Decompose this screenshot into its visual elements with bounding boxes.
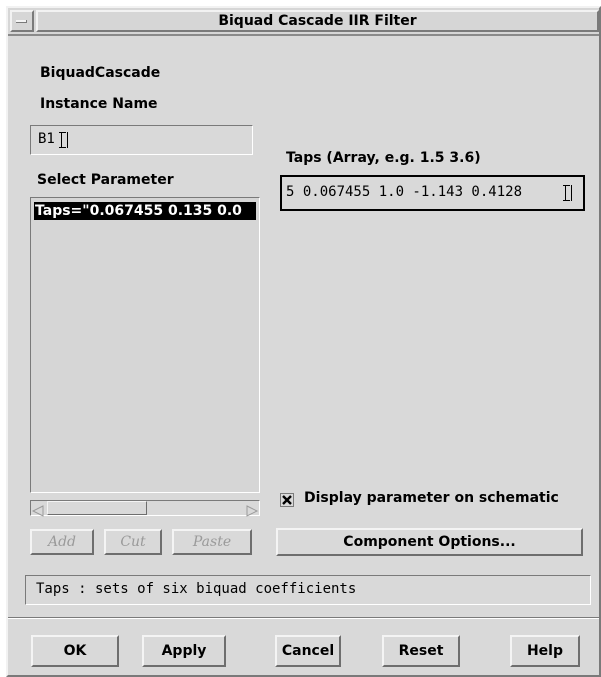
taps-label: Taps (Array, e.g. 1.5 3.6) [286, 150, 481, 166]
scroll-left-arrow-icon[interactable] [31, 502, 45, 517]
instance-name-value: B1 [38, 131, 55, 147]
dialog-window: Biquad Cascade IIR Filter BiquadCascade … [6, 6, 601, 677]
window-title: Biquad Cascade IIR Filter [36, 10, 599, 32]
component-name: BiquadCascade [40, 65, 161, 81]
cut-button[interactable]: Cut [104, 529, 162, 555]
cancel-button[interactable]: Cancel [275, 635, 341, 667]
select-parameter-label: Select Parameter [37, 172, 174, 188]
paste-button[interactable]: Paste [172, 529, 252, 555]
window-menu-button[interactable] [10, 10, 34, 32]
add-button[interactable]: Add [30, 529, 94, 555]
footer-separator [8, 617, 599, 619]
instance-name-field[interactable]: B1 [30, 125, 253, 155]
taps-value: 5 0.067455 1.0 -1.143 0.4128 [286, 184, 523, 200]
text-cursor-icon [59, 132, 68, 148]
help-button[interactable]: Help [510, 635, 580, 667]
instance-name-label: Instance Name [40, 96, 158, 112]
reset-button[interactable]: Reset [382, 635, 460, 667]
text-cursor-icon [563, 185, 572, 201]
scroll-thumb[interactable] [47, 501, 147, 515]
component-options-button[interactable]: Component Options... [276, 528, 583, 556]
title-bar[interactable]: Biquad Cascade IIR Filter [8, 8, 599, 36]
status-text: Taps : sets of six biquad coefficients [36, 581, 357, 597]
taps-field[interactable]: 5 0.067455 1.0 -1.143 0.4128 [280, 175, 585, 211]
ok-button[interactable]: OK [31, 635, 119, 667]
parameter-list[interactable]: Taps="0.067455 0.135 0.0 [30, 197, 260, 493]
apply-button[interactable]: Apply [142, 635, 226, 667]
display-schematic-checkbox[interactable] [280, 492, 294, 507]
display-schematic-label: Display parameter on schematic [304, 490, 559, 506]
status-bar: Taps : sets of six biquad coefficients [25, 575, 591, 605]
parameter-list-item[interactable]: Taps="0.067455 0.135 0.0 [34, 202, 256, 220]
window-menu-icon [16, 20, 27, 23]
horizontal-scrollbar[interactable] [30, 500, 260, 517]
scroll-right-arrow-icon[interactable] [245, 502, 259, 517]
